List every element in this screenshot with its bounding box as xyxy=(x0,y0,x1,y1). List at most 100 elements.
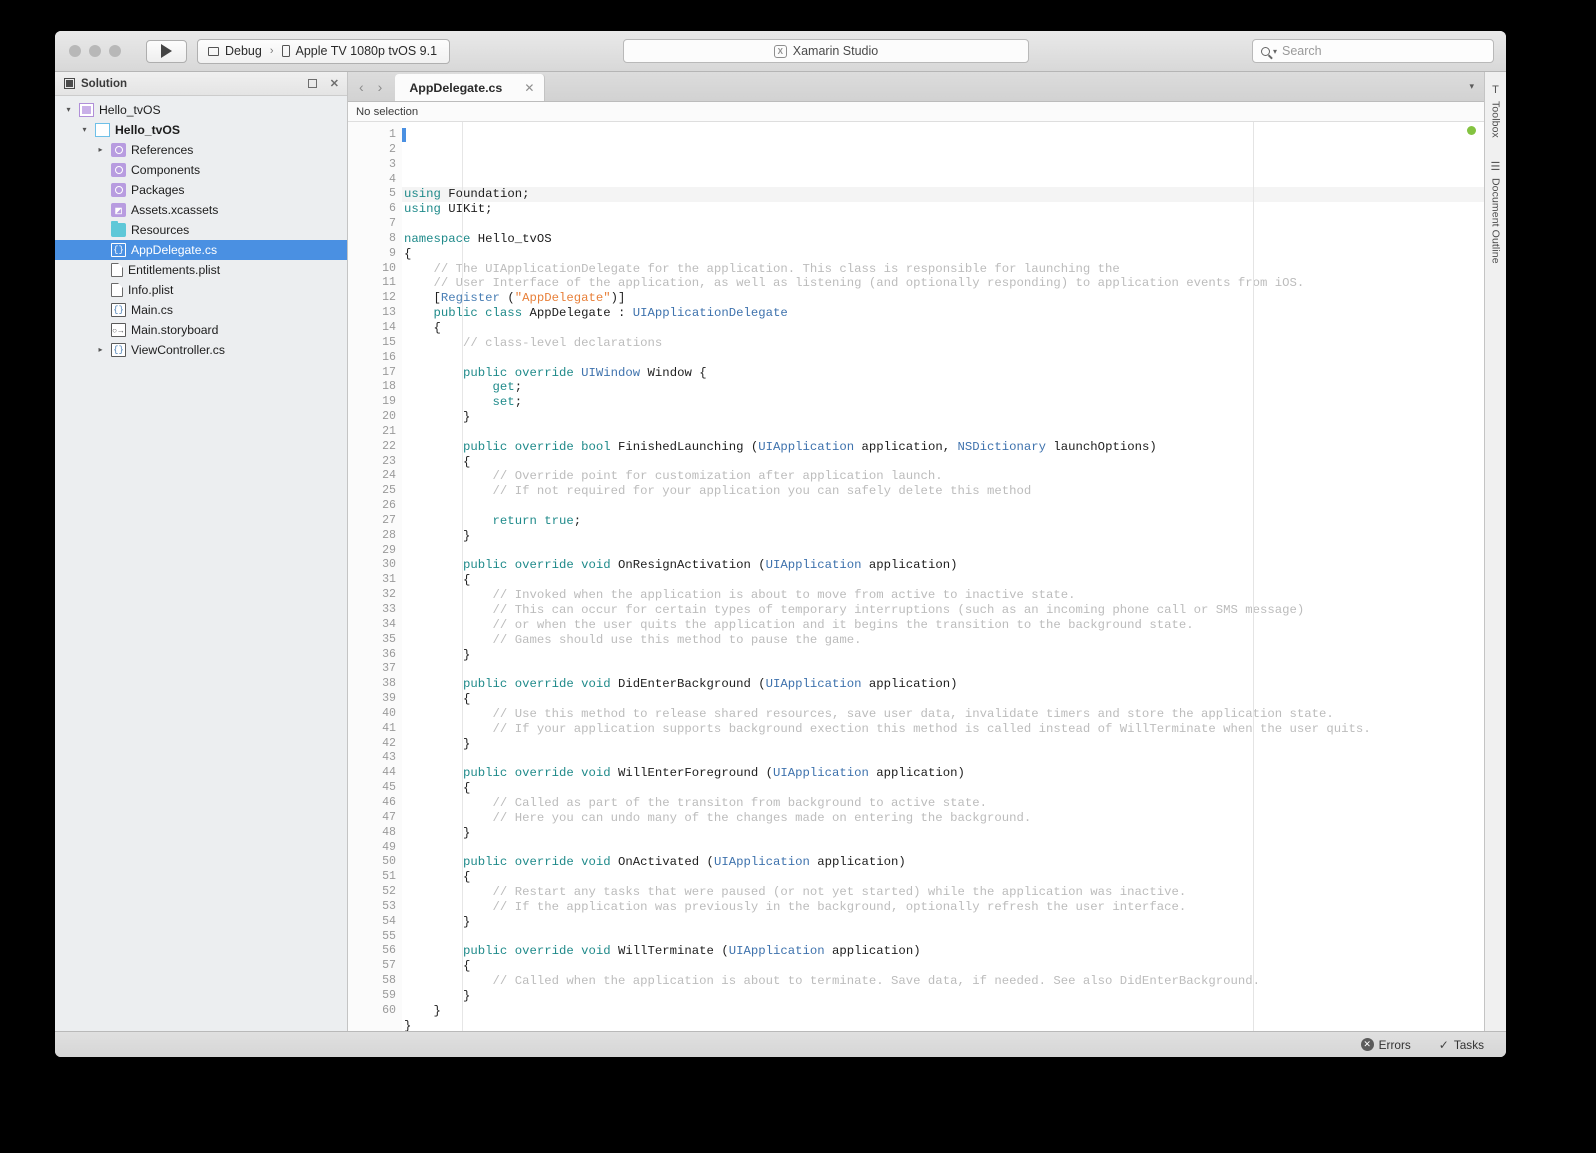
code-line[interactable]: // or when the user quits the applicatio… xyxy=(402,618,1484,633)
code-line[interactable] xyxy=(402,217,1484,232)
code-line[interactable]: } xyxy=(402,737,1484,752)
disclosure-triangle-icon[interactable]: ▸ xyxy=(95,346,106,354)
code-line[interactable] xyxy=(402,499,1484,514)
pad-tab-toolbox[interactable]: T Toolbox xyxy=(1488,78,1504,144)
code-line[interactable]: { xyxy=(402,455,1484,470)
pad-close-button[interactable]: ✕ xyxy=(330,77,339,90)
code-line[interactable] xyxy=(402,930,1484,945)
code-line[interactable] xyxy=(402,841,1484,856)
code-token: ; xyxy=(573,513,582,528)
tree-item-packages[interactable]: Packages xyxy=(55,180,347,200)
code-line[interactable]: { xyxy=(402,247,1484,262)
code-line[interactable]: // This can occur for certain types of t… xyxy=(402,603,1484,618)
code-line[interactable]: set; xyxy=(402,395,1484,410)
code-text[interactable]: using Foundation; using UIKit; namespace … xyxy=(402,122,1484,1031)
code-line[interactable] xyxy=(402,544,1484,559)
code-line[interactable]: public override bool FinishedLaunching (… xyxy=(402,440,1484,455)
code-line[interactable]: } xyxy=(402,410,1484,425)
code-line[interactable]: { xyxy=(402,959,1484,974)
zoom-window-button[interactable] xyxy=(109,45,121,57)
minimize-window-button[interactable] xyxy=(89,45,101,57)
code-line[interactable]: public override UIWindow Window { xyxy=(402,366,1484,381)
close-icon[interactable]: ✕ xyxy=(524,81,534,95)
code-line[interactable]: } xyxy=(402,826,1484,841)
code-line[interactable]: } xyxy=(402,989,1484,1004)
code-line[interactable]: return true; xyxy=(402,514,1484,529)
run-button[interactable] xyxy=(146,39,187,63)
status-display[interactable]: X Xamarin Studio xyxy=(623,39,1029,63)
code-line[interactable]: { xyxy=(402,692,1484,707)
tree-item-hello-tvos[interactable]: ▾ Hello_tvOS xyxy=(55,120,347,140)
code-line[interactable] xyxy=(402,662,1484,677)
code-line[interactable]: // If the application was previously in … xyxy=(402,900,1484,915)
tree-item-components[interactable]: Components xyxy=(55,160,347,180)
tree-item-resources[interactable]: Resources xyxy=(55,220,347,240)
tab-list-dropdown[interactable]: ▾ xyxy=(1469,72,1484,101)
code-line[interactable]: get; xyxy=(402,380,1484,395)
disclosure-triangle-icon[interactable]: ▸ xyxy=(95,146,106,154)
code-line[interactable]: // Invoked when the application is about… xyxy=(402,588,1484,603)
code-line[interactable]: [Register ("AppDelegate")] xyxy=(402,291,1484,306)
errors-button[interactable]: ✕ Errors xyxy=(1360,1038,1411,1052)
code-line[interactable] xyxy=(402,751,1484,766)
code-line[interactable]: } xyxy=(402,915,1484,930)
tab-appdelegate-cs[interactable]: AppDelegate.cs ✕ xyxy=(395,74,546,101)
tree-item-appdelegate-cs[interactable]: {} AppDelegate.cs xyxy=(55,240,347,260)
code-line[interactable]: public override void OnActivated (UIAppl… xyxy=(402,855,1484,870)
tree-item-assets-xcassets[interactable]: ◩ Assets.xcassets xyxy=(55,200,347,220)
code-line[interactable]: { xyxy=(402,321,1484,336)
code-line[interactable]: } xyxy=(402,1019,1484,1031)
navigate-forward-button[interactable]: › xyxy=(378,79,383,95)
code-line[interactable]: public override void OnResignActivation … xyxy=(402,558,1484,573)
code-line[interactable]: // Restart any tasks that were paused (o… xyxy=(402,885,1484,900)
tree-item-main-cs[interactable]: {} Main.cs xyxy=(55,300,347,320)
code-line[interactable]: using Foundation; xyxy=(402,187,1484,203)
line-number: 34 xyxy=(382,617,396,631)
code-line[interactable]: // Here you can undo many of the changes… xyxy=(402,811,1484,826)
code-line[interactable]: // Use this method to release shared res… xyxy=(402,707,1484,722)
code-line[interactable]: // Called when the application is about … xyxy=(402,974,1484,989)
code-editor[interactable]: 1 2 3 4 5 6 7 8 9 10 11 12 13 14 15 16 17 18 19 20 21 22 23 24 2… xyxy=(348,122,1484,1031)
solution-tree[interactable]: ▾ Hello_tvOS ▾ Hello_tvOS ▸ References Compone… xyxy=(55,96,347,360)
code-line[interactable]: } xyxy=(402,529,1484,544)
code-line[interactable]: public override void DidEnterBackground … xyxy=(402,677,1484,692)
code-line[interactable]: public override void WillTerminate (UIAp… xyxy=(402,944,1484,959)
tasks-button[interactable]: ✓ Tasks xyxy=(1439,1038,1484,1052)
tree-item-references[interactable]: ▸ References xyxy=(55,140,347,160)
breadcrumb[interactable]: No selection xyxy=(348,102,1484,122)
tree-item-viewcontroller-cs[interactable]: ▸ {} ViewController.cs xyxy=(55,340,347,360)
code-line[interactable]: { xyxy=(402,781,1484,796)
navigate-back-button[interactable]: ‹ xyxy=(359,79,364,95)
search-field[interactable]: ▾ Search xyxy=(1252,39,1494,63)
code-line[interactable]: { xyxy=(402,870,1484,885)
code-line[interactable]: // The UIApplicationDelegate for the app… xyxy=(402,262,1484,277)
code-line[interactable]: // User Interface of the application, as… xyxy=(402,276,1484,291)
code-line[interactable]: namespace Hello_tvOS xyxy=(402,232,1484,247)
code-line[interactable]: public class AppDelegate : UIApplication… xyxy=(402,306,1484,321)
code-line[interactable]: // Called as part of the transiton from … xyxy=(402,796,1484,811)
code-line[interactable]: // If not required for your application … xyxy=(402,484,1484,499)
code-line[interactable]: using UIKit; xyxy=(402,202,1484,217)
pad-dock-button[interactable] xyxy=(307,79,317,88)
configuration-selector[interactable]: Debug › Apple TV 1080p tvOS 9.1 xyxy=(197,38,451,64)
tree-item-main-storyboard[interactable]: ○→ Main.storyboard xyxy=(55,320,347,340)
line-number: 33 xyxy=(382,603,396,616)
code-line[interactable]: // Override point for customization afte… xyxy=(402,469,1484,484)
close-window-button[interactable] xyxy=(69,45,81,57)
tree-item-info-plist[interactable]: Info.plist xyxy=(55,280,347,300)
pad-tab-document-outline[interactable]: ☰ Document Outline xyxy=(1488,154,1504,270)
disclosure-triangle-icon[interactable]: ▾ xyxy=(63,106,74,114)
tree-item-hello-tvos[interactable]: ▾ Hello_tvOS xyxy=(55,100,347,120)
disclosure-triangle-icon[interactable]: ▾ xyxy=(79,126,90,134)
tree-item-entitlements-plist[interactable]: Entitlements.plist xyxy=(55,260,347,280)
code-line[interactable]: // class-level declarations xyxy=(402,336,1484,351)
code-line[interactable]: // If your application supports backgrou… xyxy=(402,722,1484,737)
code-line[interactable] xyxy=(402,425,1484,440)
code-line[interactable]: } xyxy=(402,1004,1484,1019)
code-line[interactable]: { xyxy=(402,573,1484,588)
code-line[interactable]: public override void WillEnterForeground… xyxy=(402,766,1484,781)
packages-icon xyxy=(111,183,126,197)
code-line[interactable] xyxy=(402,351,1484,366)
code-line[interactable]: // Games should use this method to pause… xyxy=(402,633,1484,648)
code-line[interactable]: } xyxy=(402,648,1484,663)
